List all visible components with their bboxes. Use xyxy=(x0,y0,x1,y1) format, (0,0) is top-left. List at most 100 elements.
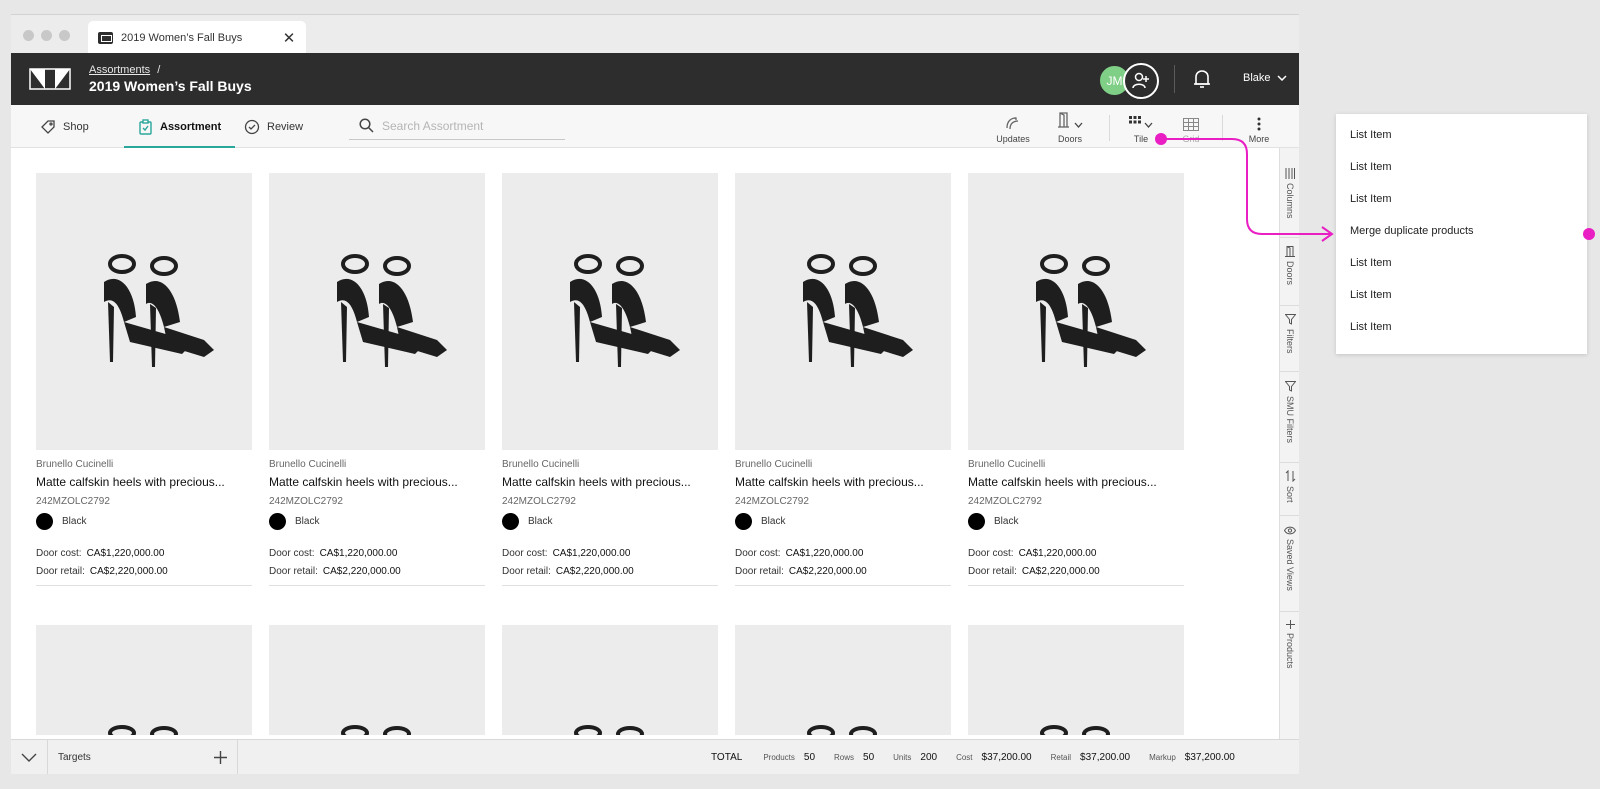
rail-columns[interactable]: Columns xyxy=(1280,168,1299,238)
grid-view-button[interactable]: Grid xyxy=(1165,110,1217,144)
tool-label: Grid xyxy=(1182,134,1200,144)
color-swatch[interactable] xyxy=(735,513,752,530)
door-retail-label: Door retail: xyxy=(36,566,85,577)
browser-tab[interactable]: 2019 Women’s Fall Buys ✕ xyxy=(88,21,306,54)
product-card[interactable] xyxy=(968,625,1184,735)
product-card[interactable] xyxy=(269,625,485,735)
favicon-icon xyxy=(98,31,113,44)
stat-label: Units xyxy=(893,753,912,762)
tool-label: Tile xyxy=(1133,134,1149,144)
product-image[interactable] xyxy=(502,173,718,450)
menu-item-merge-duplicates[interactable]: Merge duplicate products xyxy=(1350,225,1474,237)
rail-label: Products xyxy=(1285,633,1295,669)
search-field[interactable] xyxy=(349,112,565,140)
shoe-image xyxy=(104,253,214,367)
door-cost: Door cost: CA$1,220,000.00 xyxy=(735,548,951,559)
side-rail: Columns Doors Filters SMU Filters Sort S… xyxy=(1279,148,1299,739)
product-card[interactable] xyxy=(735,625,951,735)
door-retail-label: Door retail: xyxy=(735,566,784,577)
tool-label: More xyxy=(1248,134,1270,144)
menu-item[interactable]: List Item xyxy=(1350,129,1392,141)
targets-section[interactable]: Targets xyxy=(48,739,238,774)
more-vertical-icon xyxy=(1257,117,1261,131)
breadcrumb-assortments-link[interactable]: Assortments xyxy=(89,64,150,76)
door-retail-value: CA$2,220,000.00 xyxy=(788,566,867,577)
rail-filters[interactable]: Filters xyxy=(1280,314,1299,372)
color-swatch[interactable] xyxy=(269,513,286,530)
product-card[interactable]: Brunello Cucinelli Matte calfskin heels … xyxy=(36,173,252,586)
product-image[interactable] xyxy=(968,625,1184,735)
door-cost-value: CA$1,220,000.00 xyxy=(319,548,398,559)
rail-doors[interactable]: Doors xyxy=(1280,246,1299,306)
product-name[interactable]: Matte calfskin heels with precious... xyxy=(735,475,951,489)
product-card[interactable] xyxy=(502,625,718,735)
door-cost-value: CA$1,220,000.00 xyxy=(1018,548,1097,559)
product-card[interactable]: Brunello Cucinelli Matte calfskin heels … xyxy=(968,173,1184,586)
menu-item[interactable]: List Item xyxy=(1350,193,1392,205)
doors-button[interactable]: Doors xyxy=(1044,110,1096,144)
product-image[interactable] xyxy=(36,173,252,450)
product-card[interactable]: Brunello Cucinelli Matte calfskin heels … xyxy=(269,173,485,586)
columns-icon xyxy=(1285,168,1295,179)
door-cost-label: Door cost: xyxy=(502,548,548,559)
color-swatch[interactable] xyxy=(968,513,985,530)
search-input[interactable] xyxy=(382,118,552,133)
brand-logo[interactable] xyxy=(29,68,71,90)
tab-label: Review xyxy=(267,120,304,133)
tile-view-button[interactable]: Tile xyxy=(1115,110,1167,144)
product-image[interactable] xyxy=(735,625,951,735)
door-cost: Door cost: CA$1,220,000.00 xyxy=(968,548,1184,559)
rail-sort[interactable]: Sort xyxy=(1280,470,1299,516)
zoom-window-dot[interactable] xyxy=(59,30,70,41)
product-image[interactable] xyxy=(968,173,1184,450)
close-window-dot[interactable] xyxy=(23,30,34,41)
breadcrumb-separator: / xyxy=(157,64,161,76)
product-name[interactable]: Matte calfskin heels with precious... xyxy=(502,475,718,489)
close-tab-icon[interactable]: ✕ xyxy=(282,29,296,47)
user-menu[interactable]: Blake xyxy=(1243,72,1287,84)
menu-item[interactable]: List Item xyxy=(1350,161,1392,173)
shoe-image xyxy=(807,725,877,735)
add-target-icon[interactable] xyxy=(214,750,227,764)
totals-footer: Targets TOTAL Products 50 Rows 50 Units 200… xyxy=(11,739,1299,774)
product-image[interactable] xyxy=(502,625,718,735)
menu-item[interactable]: List Item xyxy=(1350,321,1392,333)
card-divider xyxy=(502,585,718,586)
stat-label: Cost xyxy=(956,753,973,762)
minimize-window-dot[interactable] xyxy=(41,30,52,41)
tab-assortment[interactable]: Assortment xyxy=(123,105,236,148)
color-swatch[interactable] xyxy=(36,513,53,530)
product-card[interactable] xyxy=(36,625,252,735)
door-retail: Door retail: CA$2,220,000.00 xyxy=(502,566,718,577)
product-image[interactable] xyxy=(36,625,252,735)
door-retail-value: CA$2,220,000.00 xyxy=(1021,566,1100,577)
rail-smu-filters[interactable]: SMU Filters xyxy=(1280,381,1299,463)
plus-icon xyxy=(1285,620,1295,629)
product-image[interactable] xyxy=(735,173,951,450)
menu-item[interactable]: List Item xyxy=(1350,257,1392,269)
updates-button[interactable]: Updates xyxy=(987,110,1039,144)
menu-item[interactable]: List Item xyxy=(1350,289,1392,301)
footer-toggle-button[interactable] xyxy=(11,739,48,774)
stat-value: $37,200.00 xyxy=(1184,752,1235,763)
add-user-button[interactable] xyxy=(1123,63,1159,99)
clipboard-check-icon xyxy=(139,118,152,135)
tab-shop[interactable]: Shop xyxy=(40,105,89,148)
color-swatch[interactable] xyxy=(502,513,519,530)
door-cost-value: CA$1,220,000.00 xyxy=(552,548,631,559)
tab-review[interactable]: Review xyxy=(244,105,303,148)
product-card[interactable]: Brunello Cucinelli Matte calfskin heels … xyxy=(502,173,718,586)
product-name[interactable]: Matte calfskin heels with precious... xyxy=(269,475,485,489)
product-card[interactable]: Brunello Cucinelli Matte calfskin heels … xyxy=(735,173,951,586)
product-image[interactable] xyxy=(269,625,485,735)
rail-saved-views[interactable]: Saved Views xyxy=(1280,526,1299,612)
rail-products[interactable]: Products xyxy=(1280,620,1299,690)
product-name[interactable]: Matte calfskin heels with precious... xyxy=(36,475,252,489)
notifications-bell-icon[interactable] xyxy=(1192,68,1212,90)
product-image[interactable] xyxy=(269,173,485,450)
search-icon xyxy=(359,118,374,133)
product-name[interactable]: Matte calfskin heels with precious... xyxy=(968,475,1184,489)
more-button[interactable]: More xyxy=(1233,110,1285,144)
tool-label: Updates xyxy=(996,134,1030,144)
door-cost-label: Door cost: xyxy=(269,548,315,559)
